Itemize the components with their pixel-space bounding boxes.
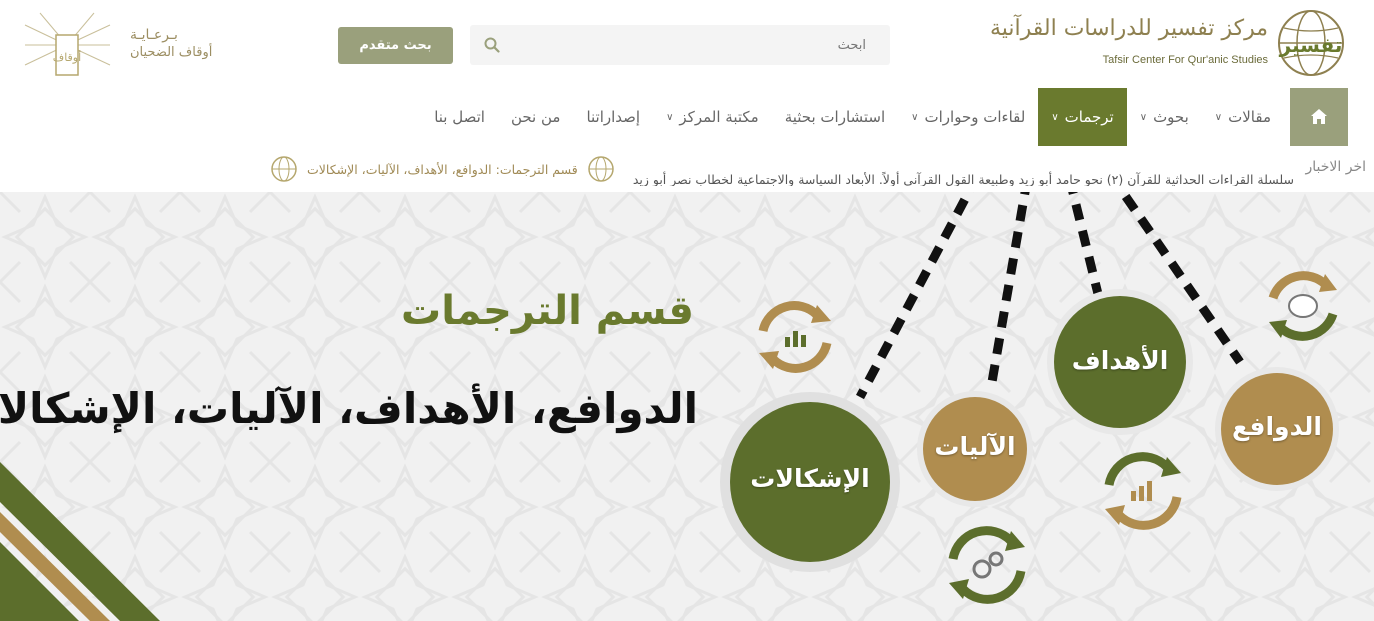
gears-cycle-icon — [948, 526, 1026, 604]
nav-item[interactable]: لقاءات وحوارات ∨ — [898, 88, 1038, 146]
advanced-search-button[interactable]: بحث متقدم — [338, 27, 453, 64]
nav-item[interactable]: ترجمات ∨ — [1038, 88, 1127, 146]
ticker-item[interactable]: سلسلة القراءات الحداثية للقرآن (٢) نحو ح… — [633, 172, 1294, 186]
circle-label-mechanisms: الآليات — [934, 432, 1016, 461]
site-logo[interactable]: تفسير مركز تفسير للدراسات القرآنية Tafsi… — [990, 8, 1346, 80]
home-icon — [1311, 109, 1327, 124]
chevron-down-icon: ∨ — [1214, 111, 1223, 123]
nav-item-label: بحوث — [1153, 108, 1189, 126]
logo-title-ar: مركز تفسير للدراسات القرآنية — [989, 16, 1269, 41]
chevron-down-icon: ∨ — [1051, 111, 1059, 123]
nav-home-button[interactable] — [1290, 88, 1348, 146]
nav-item-label: ترجمات — [1064, 108, 1114, 126]
circle-label-goals: الأهداف — [1071, 346, 1169, 375]
search-box — [470, 25, 890, 65]
main-nav: مقالات ∨ بحوث ∨ ترجمات ∨ لقاءات وحوارات ∨ استشار… — [0, 88, 1374, 146]
nav-item-label: إصداراتنا — [586, 108, 641, 126]
nav-list: مقالات ∨ بحوث ∨ ترجمات ∨ لقاءات وحوارات ∨ استشار… — [421, 88, 1284, 146]
ticker-label: اخر الاخبار — [1305, 159, 1367, 175]
nav-item-label: من نحن — [510, 108, 561, 126]
svg-text:تفسير: تفسير — [1279, 33, 1343, 57]
circle-label-problems: الإشكالات — [750, 464, 870, 493]
tafsir-emblem-icon: تفسير — [1278, 10, 1344, 76]
chart-cycle-icon — [758, 301, 832, 373]
logo-title-en: Tafsir Center For Qur'anic Studies — [1102, 54, 1268, 66]
sponsor-block[interactable]: أوقاف بـرعـايـة أوقاف الضحيان — [12, 5, 212, 85]
nav-item[interactable]: بحوث ∨ — [1127, 88, 1202, 146]
brain-cycle-icon — [1268, 271, 1338, 341]
ticker-item-text: قسم الترجمات: الدوافع، الأهداف، الآليات،… — [307, 161, 578, 177]
search-input[interactable] — [506, 25, 876, 65]
search-icon[interactable] — [484, 37, 500, 53]
growth-chart-cycle-icon — [1104, 452, 1182, 530]
nav-item-label: مكتبة المركز — [679, 108, 759, 126]
chevron-down-icon: ∨ — [1139, 111, 1148, 123]
chevron-down-icon: ∨ — [911, 111, 919, 123]
nav-item[interactable]: مقالات ∨ — [1202, 88, 1284, 146]
ticker-track: سلسلة القراءات الحداثية للقرآن (٢) نحو ح… — [0, 154, 1294, 186]
svg-text:أوقاف: أوقاف — [53, 50, 81, 64]
hero-title: قسم الترجمات — [401, 288, 694, 334]
awqaf-logo-icon: أوقاف — [24, 12, 111, 76]
nav-item-label: استشارات بحثية — [784, 108, 886, 126]
circle-label-motives: الدوافع — [1232, 412, 1322, 441]
ticker-item[interactable]: قسم الترجمات: الدوافع، الأهداف، الآليات،… — [261, 154, 618, 184]
chevron-down-icon: ∨ — [666, 111, 674, 123]
tafsir-emblem-icon — [271, 156, 297, 182]
hero-subtitle: الدوافع، الأهداف، الآليات، الإشكالات — [0, 384, 698, 433]
nav-item-label: مقالات — [1228, 108, 1271, 126]
nav-item-label: لقاءات وحوارات — [924, 108, 1026, 126]
hero-banner[interactable]: قسم الترجمات الدوافع، الأهداف، الآليات، … — [0, 192, 1374, 621]
nav-item[interactable]: اتصل بنا — [421, 88, 498, 146]
nav-item[interactable]: استشارات بحثية — [772, 88, 898, 146]
nav-item[interactable]: من نحن — [498, 88, 574, 146]
ticker-item-text: سلسلة القراءات الحداثية للقرآن (٢) نحو ح… — [632, 172, 1294, 186]
nav-item[interactable]: مكتبة المركز ∨ — [653, 88, 772, 146]
sponsor-name: أوقاف الضحيان — [130, 45, 213, 60]
sponsor-caption: بـرعـايـة — [130, 27, 178, 43]
site-header: تفسير مركز تفسير للدراسات القرآنية Tafsi… — [0, 0, 1374, 88]
tafsir-emblem-icon — [587, 156, 614, 182]
nav-item-label: اتصل بنا — [434, 108, 485, 126]
news-ticker: اخر الاخبار سلسلة القراءات الحداثية للقر… — [0, 146, 1374, 192]
nav-item[interactable]: إصداراتنا — [573, 88, 653, 146]
corner-stripes — [0, 462, 160, 621]
